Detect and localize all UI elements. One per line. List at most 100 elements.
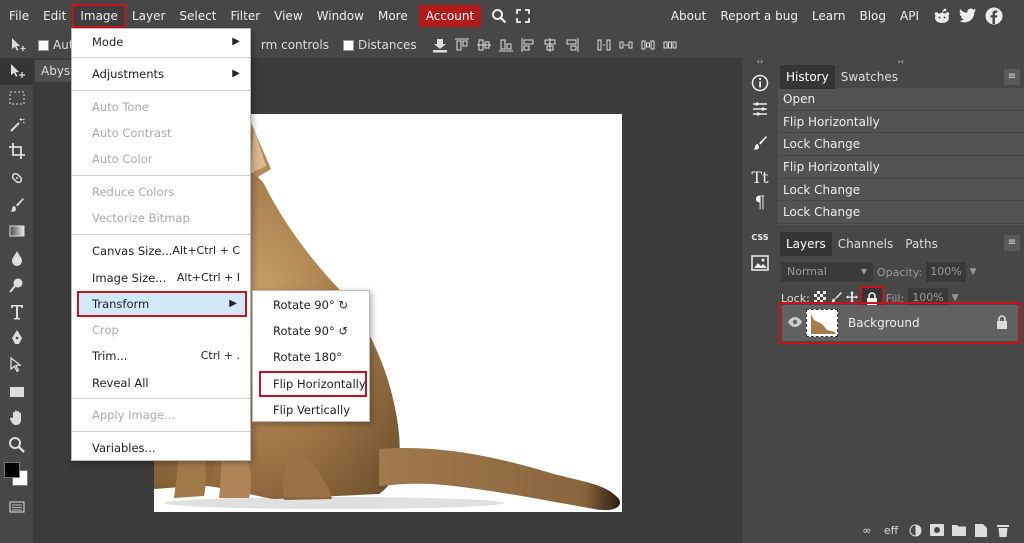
link-about[interactable]: About: [664, 5, 713, 27]
tab-layers[interactable]: Layers: [780, 231, 832, 256]
path-select-tool[interactable]: [0, 352, 33, 379]
pen-tool[interactable]: [0, 325, 33, 352]
fill-dropdown-icon[interactable]: ▼: [952, 293, 959, 303]
opacity-input[interactable]: 100%: [926, 262, 966, 282]
collapse-handle-icon[interactable]: ‹›: [742, 58, 778, 66]
history-item[interactable]: Open: [778, 88, 1024, 111]
menu-file[interactable]: File: [2, 5, 36, 27]
color-swatches[interactable]: [0, 458, 33, 498]
account-button[interactable]: Account: [418, 4, 482, 27]
menu-view[interactable]: View: [267, 5, 309, 27]
link-layers-icon[interactable]: ∞: [860, 523, 874, 537]
lock-pixels-icon[interactable]: [830, 291, 842, 306]
healing-tool[interactable]: [0, 165, 33, 192]
mask-icon[interactable]: [930, 523, 944, 537]
menu-item-mode[interactable]: Mode ▶: [72, 29, 250, 55]
layer-name[interactable]: Background: [848, 316, 920, 330]
align-top-icon[interactable]: [451, 35, 473, 55]
rectangle-tool[interactable]: [0, 378, 33, 405]
menu-item-trim[interactable]: Trim... Ctrl + .: [72, 343, 250, 369]
menu-item-variables[interactable]: Variables...: [72, 435, 250, 461]
menu-select[interactable]: Select: [172, 5, 223, 27]
dodge-tool[interactable]: [0, 272, 33, 299]
layers-menu-icon[interactable]: ≡: [1004, 235, 1020, 251]
history-item[interactable]: Flip Horizontally: [778, 156, 1024, 179]
history-item[interactable]: Lock Change: [778, 133, 1024, 157]
tab-channels[interactable]: Channels: [832, 232, 900, 256]
eye-icon[interactable]: [788, 316, 802, 330]
type-tool[interactable]: [0, 298, 33, 325]
magic-wand-tool[interactable]: [0, 111, 33, 138]
tab-paths[interactable]: Paths: [899, 232, 944, 256]
link-blog[interactable]: Blog: [852, 5, 893, 27]
distribute-left-icon[interactable]: [659, 35, 681, 55]
zoom-tool[interactable]: [0, 432, 33, 459]
move-tool[interactable]: [0, 58, 33, 85]
quick-mask-icon[interactable]: [0, 498, 33, 516]
css-icon[interactable]: CSS: [746, 224, 774, 250]
tab-history[interactable]: History: [780, 65, 835, 89]
folder-icon[interactable]: [952, 523, 966, 537]
history-menu-icon[interactable]: ≡: [1004, 69, 1020, 85]
brush-settings-icon[interactable]: [746, 130, 774, 156]
distribute-top-icon[interactable]: [593, 35, 615, 55]
menu-item-rotate-180[interactable]: Rotate 180°: [253, 344, 369, 370]
new-layer-icon[interactable]: [974, 523, 988, 537]
delete-layer-icon[interactable]: [996, 523, 1010, 537]
align-vcenter-icon[interactable]: [473, 35, 495, 55]
brush-tool[interactable]: [0, 191, 33, 218]
hand-tool[interactable]: [0, 405, 33, 432]
menu-item-rotate-90-cw[interactable]: Rotate 90° ↻: [253, 292, 369, 318]
twitter-icon[interactable]: [958, 6, 978, 26]
menu-item-flip-vertically[interactable]: Flip Vertically: [253, 397, 369, 423]
reddit-icon[interactable]: [932, 6, 952, 26]
menu-item-reveal-all[interactable]: Reveal All: [72, 370, 250, 396]
menu-more[interactable]: More: [371, 5, 415, 27]
blur-tool[interactable]: [0, 245, 33, 272]
opacity-dropdown-icon[interactable]: ▼: [970, 267, 977, 277]
search-icon[interactable]: [487, 5, 511, 27]
info-icon[interactable]: [746, 70, 774, 96]
menu-item-canvas-size[interactable]: Canvas Size... Alt+Ctrl + C: [72, 238, 250, 264]
history-item[interactable]: Lock Change: [778, 201, 1024, 225]
adjustment-layer-icon[interactable]: [908, 523, 922, 537]
tab-swatches[interactable]: Swatches: [835, 65, 904, 89]
character-icon[interactable]: Tt: [746, 164, 774, 190]
menu-item-image-size[interactable]: Image Size... Alt+Ctrl + I: [72, 265, 250, 291]
layer-row-background[interactable]: Background: [779, 302, 1021, 344]
download-icon[interactable]: [429, 35, 451, 55]
distribute-bottom-icon[interactable]: [637, 35, 659, 55]
lock-position-icon[interactable]: [845, 290, 858, 306]
menu-item-rotate-90-ccw[interactable]: Rotate 90° ↺: [253, 318, 369, 344]
align-hcenter-icon[interactable]: [539, 35, 561, 55]
auto-select-checkbox[interactable]: [38, 38, 53, 52]
image-icon[interactable]: [746, 250, 774, 276]
link-api[interactable]: API: [893, 5, 926, 27]
menu-item-flip-horizontally[interactable]: Flip Horizontally: [259, 371, 367, 397]
history-item[interactable]: Lock Change: [778, 179, 1024, 202]
menu-layer[interactable]: Layer: [125, 5, 172, 27]
distances-checkbox[interactable]: [342, 38, 358, 52]
blend-mode-select[interactable]: Normal ▼: [781, 262, 873, 282]
align-bottom-icon[interactable]: [495, 35, 517, 55]
lock-transparency-icon[interactable]: [813, 290, 826, 306]
menu-filter[interactable]: Filter: [223, 5, 267, 27]
paragraph-icon[interactable]: ¶: [746, 190, 774, 216]
crop-tool[interactable]: [0, 138, 33, 165]
facebook-icon[interactable]: [984, 6, 1004, 26]
gradient-tool[interactable]: [0, 218, 33, 245]
effects-icon[interactable]: eff: [882, 523, 900, 537]
history-item[interactable]: Flip Horizontally: [778, 111, 1024, 134]
marquee-tool[interactable]: [0, 85, 33, 112]
properties-icon[interactable]: [746, 96, 774, 122]
link-learn[interactable]: Learn: [805, 5, 853, 27]
fullscreen-icon[interactable]: [511, 5, 535, 27]
align-right-icon[interactable]: [561, 35, 583, 55]
link-report-bug[interactable]: Report a bug: [713, 5, 805, 27]
distribute-vcenter-icon[interactable]: [615, 35, 637, 55]
menu-item-transform[interactable]: Transform ▶: [77, 291, 247, 317]
menu-window[interactable]: Window: [310, 5, 371, 27]
menu-image[interactable]: Image: [72, 3, 126, 28]
menu-item-adjustments[interactable]: Adjustments ▶: [72, 61, 250, 87]
menu-edit[interactable]: Edit: [36, 5, 73, 27]
